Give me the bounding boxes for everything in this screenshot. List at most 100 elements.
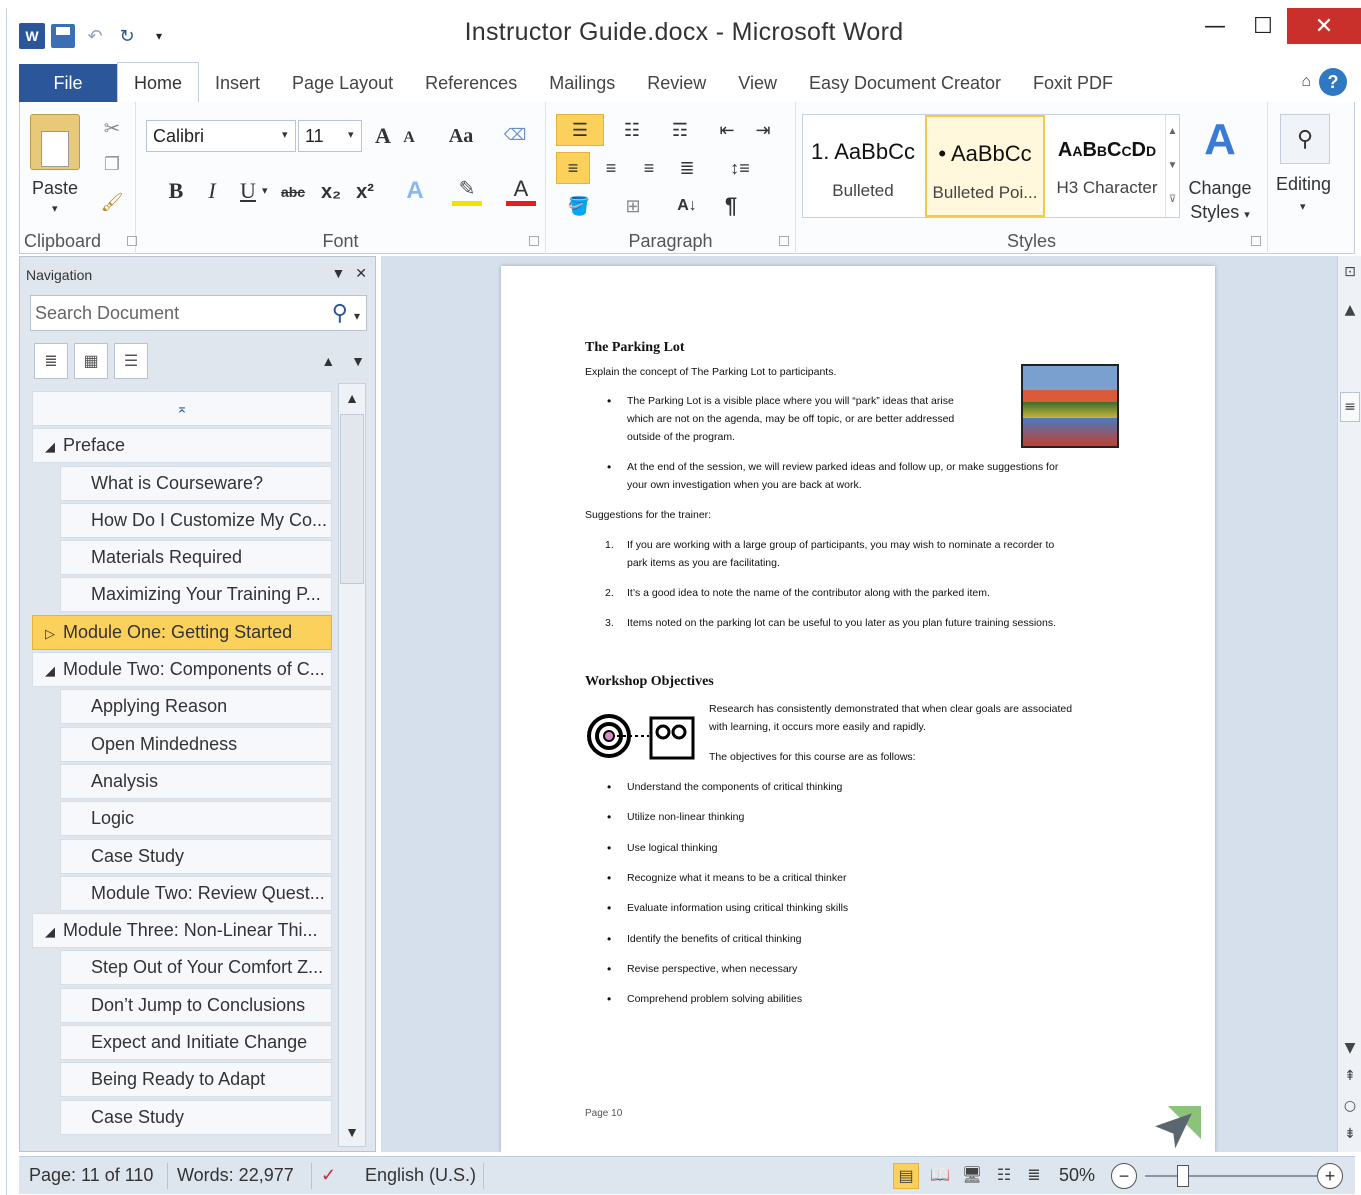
underline-dropdown-icon[interactable]: ▾: [262, 184, 268, 197]
scroll-thumb[interactable]: ≡: [1340, 392, 1360, 422]
underline-button[interactable]: U: [234, 176, 262, 206]
align-left-button[interactable]: ≡: [556, 152, 590, 184]
close-button[interactable]: ✕: [1287, 8, 1361, 44]
list-item[interactable]: ◢ Module Three: Non-Linear Thi...: [32, 913, 332, 949]
document-scrollbar[interactable]: ⊡ ▲ ≡ ▼ ⇞ ○ ⇟: [1337, 256, 1361, 1152]
highlight-icon[interactable]: ✎: [452, 176, 482, 206]
justify-button[interactable]: ≣: [670, 152, 704, 184]
previous-heading-icon[interactable]: ▲: [321, 353, 335, 369]
paste-icon[interactable]: [30, 114, 80, 170]
binoculars-icon[interactable]: ⚲: [1280, 114, 1330, 164]
zoom-out-icon[interactable]: −: [1111, 1163, 1137, 1189]
superscript-button[interactable]: x²: [350, 178, 380, 206]
next-page-icon[interactable]: ⇟: [1338, 1126, 1361, 1142]
language[interactable]: English (U.S.): [365, 1165, 476, 1186]
pane-options-icon[interactable]: ▼: [332, 265, 346, 281]
help-icon[interactable]: ?: [1319, 68, 1347, 96]
document-page[interactable]: The Parking Lot Explain the concept of T…: [501, 266, 1215, 1152]
font-size-dropdown-icon[interactable]: ▾: [348, 128, 354, 141]
browse-object-icon[interactable]: ○: [1338, 1098, 1361, 1114]
search-icon[interactable]: ⚲ ▾: [332, 296, 360, 333]
sort-button[interactable]: A↓: [670, 190, 704, 222]
borders-button[interactable]: ⊞: [610, 190, 656, 222]
ruler-toggle-icon[interactable]: ⊡: [1338, 264, 1361, 280]
parking-lot-image[interactable]: [1021, 364, 1119, 448]
copy-icon[interactable]: ❐: [98, 150, 126, 178]
line-spacing-button[interactable]: ↕≡: [718, 152, 762, 184]
tab-review[interactable]: Review: [631, 64, 722, 102]
tab-mailings[interactable]: Mailings: [533, 64, 631, 102]
list-item[interactable]: Module Two: Review Quest...: [60, 875, 332, 911]
zoom-slider-thumb[interactable]: [1177, 1165, 1189, 1187]
list-item[interactable]: ◢ Preface: [32, 428, 332, 464]
font-launcher-icon[interactable]: [529, 236, 539, 246]
editing-dropdown-icon[interactable]: ▾: [1300, 200, 1306, 213]
list-item-selected[interactable]: ▷ Module One: Getting Started: [32, 614, 332, 650]
list-item[interactable]: What is Courseware?: [60, 465, 332, 501]
page-count[interactable]: Page: 11 of 110: [29, 1165, 153, 1186]
bullets-button[interactable]: ☰: [556, 114, 604, 146]
browse-headings-icon[interactable]: ≣: [34, 343, 68, 379]
tab-page-layout[interactable]: Page Layout: [276, 64, 409, 102]
previous-page-icon[interactable]: ⇞: [1338, 1068, 1361, 1084]
list-item[interactable]: How Do I Customize My Co...: [60, 502, 332, 538]
change-styles-button[interactable]: Change Styles ▾: [1188, 176, 1252, 227]
increase-indent-button[interactable]: ⇥: [748, 114, 778, 146]
cut-icon[interactable]: ✂: [98, 114, 126, 142]
list-item[interactable]: Open Mindedness: [60, 726, 332, 762]
numbering-button[interactable]: ☷: [612, 114, 652, 146]
align-center-button[interactable]: ≡: [594, 152, 628, 184]
bold-button[interactable]: B: [162, 176, 190, 206]
paste-button[interactable]: Paste: [32, 178, 78, 199]
list-item[interactable]: Materials Required: [60, 540, 332, 576]
scroll-thumb[interactable]: [340, 414, 364, 584]
navigation-scrollbar[interactable]: ▲ ▼: [338, 383, 366, 1147]
word-count[interactable]: Words: 22,977: [177, 1165, 294, 1186]
shrink-font-icon[interactable]: A: [398, 126, 420, 150]
tab-home[interactable]: Home: [117, 62, 200, 102]
change-styles-icon[interactable]: A: [1196, 114, 1244, 166]
clear-formatting-icon[interactable]: ⌫: [498, 118, 532, 152]
scroll-up-icon[interactable]: ▲: [1338, 302, 1361, 318]
align-right-button[interactable]: ≡: [632, 152, 666, 184]
tab-references[interactable]: References: [409, 64, 533, 102]
outline-view-icon[interactable]: ☷: [991, 1163, 1017, 1189]
zoom-slider[interactable]: [1145, 1175, 1325, 1177]
grow-font-icon[interactable]: A: [370, 122, 396, 150]
minimize-button[interactable]: —: [1191, 8, 1239, 44]
scroll-down-icon[interactable]: ▼: [339, 1118, 365, 1146]
list-item[interactable]: Maximizing Your Training P...: [60, 577, 332, 613]
scroll-down-icon[interactable]: ▼: [1338, 1040, 1361, 1056]
font-name-dropdown-icon[interactable]: ▾: [282, 128, 288, 141]
style-bulleted[interactable]: 1. AaBbCc Bulleted: [803, 115, 923, 217]
text-effects-icon[interactable]: A: [400, 176, 430, 206]
full-screen-reading-view-icon[interactable]: 📖: [927, 1163, 953, 1189]
subscript-button[interactable]: x₂: [316, 178, 346, 206]
browse-pages-icon[interactable]: ▦: [74, 343, 108, 379]
tab-easy-document-creator[interactable]: Easy Document Creator: [793, 64, 1017, 102]
list-item[interactable]: Analysis: [60, 763, 332, 799]
paste-dropdown-icon[interactable]: ▾: [52, 202, 58, 215]
font-color-icon[interactable]: A: [506, 176, 536, 206]
target-image[interactable]: [587, 704, 699, 766]
show-formatting-button[interactable]: ¶: [714, 190, 748, 222]
search-document-input[interactable]: Search Document ⚲ ▾: [30, 295, 367, 331]
tab-insert[interactable]: Insert: [199, 64, 276, 102]
style-h3-character[interactable]: AaBbCcDd H3 Character: [1047, 115, 1167, 217]
list-item[interactable]: Applying Reason: [60, 689, 332, 725]
next-heading-icon[interactable]: ▼: [351, 353, 365, 369]
web-layout-view-icon[interactable]: 🖥: [959, 1163, 985, 1189]
draft-view-icon[interactable]: ≣: [1021, 1163, 1047, 1189]
font-name-select[interactable]: Calibri: [146, 120, 296, 152]
styles-launcher-icon[interactable]: [1251, 236, 1261, 246]
list-item[interactable]: ◢ Module Two: Components of C...: [32, 652, 332, 688]
list-item[interactable]: Step Out of Your Comfort Z...: [60, 950, 332, 986]
styles-scroll[interactable]: ▲ ▼ ⊽: [1165, 115, 1179, 217]
maximize-button[interactable]: ☐: [1239, 8, 1287, 44]
change-case-icon[interactable]: Aa: [444, 122, 478, 150]
scroll-up-icon[interactable]: ▲: [339, 384, 365, 412]
italic-button[interactable]: I: [198, 176, 226, 206]
list-item-collapse-top[interactable]: ⌅: [32, 391, 332, 426]
tab-view[interactable]: View: [722, 64, 793, 102]
format-painter-icon[interactable]: 🖌: [98, 188, 126, 216]
